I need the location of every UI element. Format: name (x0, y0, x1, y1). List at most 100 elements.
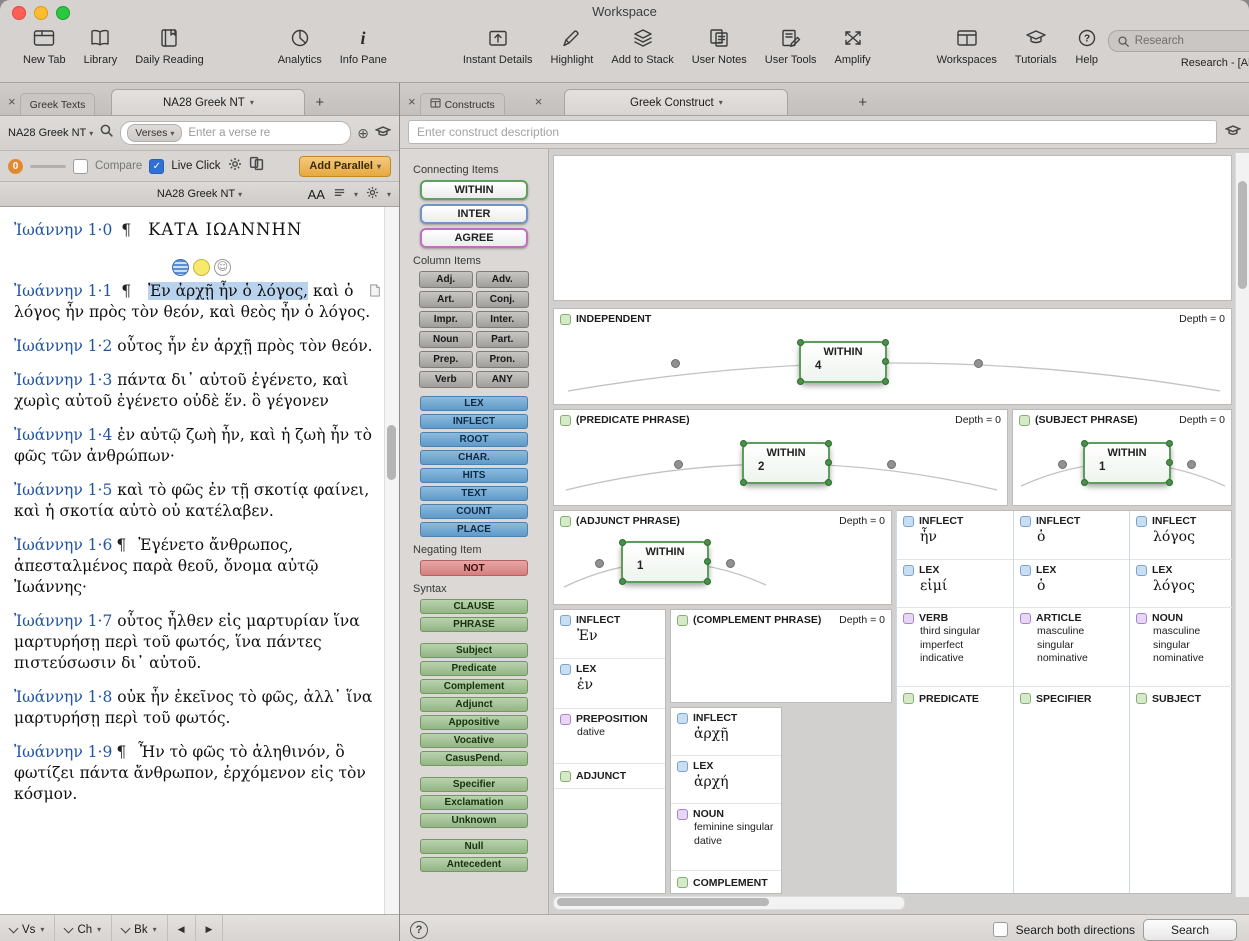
handle[interactable] (882, 378, 889, 385)
palette-antecedent-button[interactable]: Antecedent (420, 857, 528, 872)
handle[interactable] (740, 440, 747, 447)
palette-casuspend-button[interactable]: CasusPend. (420, 751, 528, 766)
verse-ref[interactable]: Ἰωάννην 1·2 (14, 337, 112, 355)
role-cell[interactable]: PREDICATE (897, 687, 1013, 710)
pos-cell[interactable]: NOUN masculine singular nominative (1130, 608, 1232, 687)
handle[interactable] (1166, 459, 1173, 466)
role-cell[interactable]: COMPLEMENT (671, 871, 781, 894)
pos-cell[interactable]: PREPOSITION dative (554, 709, 665, 764)
highlight-button[interactable]: Highlight (542, 24, 603, 66)
zone-tab-constructs[interactable]: Constructs (420, 93, 505, 115)
construct-canvas[interactable]: INDEPENDENT Depth = 0 WITHIN 4 (549, 149, 1249, 914)
bible-text-area[interactable]: Ἰωάννην 1·0 ¶ ΚΑΤΑ ΙΩΑΝΝΗΝ ☺ Ἰωάννην 1·1… (0, 207, 399, 914)
handle[interactable] (825, 479, 832, 486)
palette-inter-pos-button[interactable]: Inter. (476, 311, 530, 328)
lex-cell[interactable]: LEX ὁ (1014, 560, 1129, 608)
column-logos[interactable]: INFLECT λόγος LEX λόγος NOUN masculine s… (1129, 511, 1232, 893)
palette-art-button[interactable]: Art. (419, 291, 473, 308)
connection-dot[interactable] (595, 559, 604, 568)
lex-cell[interactable]: LEX λόγος (1130, 560, 1232, 608)
live-click-checkbox[interactable]: ✓ (149, 159, 164, 174)
note-icon[interactable] (369, 283, 381, 304)
pos-cell[interactable]: VERB third singular imperfect indicative (897, 608, 1013, 687)
palette-adv-button[interactable]: Adv. (476, 271, 530, 288)
handle[interactable] (1081, 440, 1088, 447)
within-box[interactable]: WITHIN 1 (1083, 442, 1171, 484)
within-box[interactable]: WITHIN 2 (742, 442, 830, 484)
workspaces-button[interactable]: Workspaces (928, 24, 1006, 66)
within-box[interactable]: WITHIN 4 (799, 341, 887, 383)
verse-ref[interactable]: Ἰωάννην 1·3 (14, 371, 112, 389)
search-mode-button[interactable] (99, 123, 114, 143)
handle[interactable] (619, 578, 626, 585)
text-scrollbar[interactable] (384, 207, 399, 914)
highlight-style-smile-icon[interactable]: ☺ (214, 259, 231, 276)
display-module-dropdown[interactable]: NA28 Greek NT ▾ (157, 188, 242, 200)
instant-details-button[interactable]: Instant Details (454, 24, 542, 66)
predicate-phrase-panel[interactable]: (PREDICATE PHRASE) Depth = 0 WITHIN 2 (553, 409, 1008, 506)
connection-dot[interactable] (1187, 460, 1196, 469)
highlight-style-globe-icon[interactable] (172, 259, 189, 276)
inflect-cell[interactable]: INFLECT ἀρχῇ (671, 708, 781, 756)
connection-dot[interactable] (1058, 460, 1067, 469)
amplify-button[interactable]: Amplify (826, 24, 880, 66)
book-nav-control[interactable]: Bk ▾ (112, 915, 167, 941)
add-to-stack-button[interactable]: Add to Stack (602, 24, 682, 66)
tab-greek-construct[interactable]: Greek Construct ▾ (564, 89, 788, 115)
palette-exclamation-button[interactable]: Exclamation (420, 795, 528, 810)
palette-place-button[interactable]: PLACE (420, 522, 528, 537)
handle[interactable] (882, 339, 889, 346)
parallel-slider[interactable] (30, 165, 66, 168)
column-en-prep[interactable]: INFLECT Ἐν LEX ἐν PREPOSITION dative A (553, 609, 666, 894)
inflect-cell[interactable]: INFLECT ἦν (897, 511, 1013, 560)
palette-agree-button[interactable]: AGREE (420, 228, 528, 248)
verse-ref[interactable]: Ἰωάννην 1·1 (14, 282, 112, 300)
palette-prep-button[interactable]: Prep. (419, 351, 473, 368)
palette-conj-button[interactable]: Conj. (476, 291, 530, 308)
scholar-cap-icon[interactable] (375, 124, 391, 142)
verse-search-field[interactable]: Verses ▾ Enter a verse re (120, 121, 351, 145)
palette-adj-button[interactable]: Adj. (419, 271, 473, 288)
connection-dot[interactable] (674, 460, 683, 469)
analytics-button[interactable]: Analytics (269, 24, 331, 66)
column-en-verb[interactable]: INFLECT ἦν LEX εἰμί VERB third singular … (897, 511, 1013, 893)
text-module-dropdown[interactable]: NA28 Greek NT ▾ (8, 127, 93, 139)
palette-any-button[interactable]: ANY (476, 371, 530, 388)
palette-inflect-button[interactable]: INFLECT (420, 414, 528, 429)
zone-tab-greek-texts[interactable]: Greek Texts (20, 93, 96, 115)
paragraph-format-button[interactable] (333, 187, 346, 202)
close-icon[interactable]: × (406, 94, 420, 115)
chapter-nav-control[interactable]: Ch ▾ (55, 915, 112, 941)
palette-appositive-button[interactable]: Appositive (420, 715, 528, 730)
complement-phrase-panel[interactable]: (COMPLEMENT PHRASE) Depth = 0 (670, 609, 892, 703)
handle[interactable] (619, 539, 626, 546)
canvas-vertical-scrollbar[interactable] (1235, 153, 1249, 897)
canvas-horizontal-scrollbar[interactable] (553, 896, 905, 910)
handle[interactable] (797, 339, 804, 346)
palette-subject-button[interactable]: Subject (420, 643, 528, 658)
handle[interactable] (1081, 479, 1088, 486)
handle[interactable] (825, 440, 832, 447)
role-cell[interactable]: ADJUNCT (554, 764, 665, 789)
scrollbar-thumb[interactable] (1238, 181, 1247, 289)
inflect-cell[interactable]: INFLECT λόγος (1130, 511, 1232, 560)
pos-cell[interactable]: ARTICLE masculine singular nominative (1014, 608, 1129, 687)
column-ho[interactable]: INFLECT ὁ LEX ὁ ARTICLE masculine singul… (1013, 511, 1129, 893)
connection-dot[interactable] (974, 359, 983, 368)
daily-reading-button[interactable]: Daily Reading (126, 24, 212, 66)
verse-ref[interactable]: Ἰωάννην 1·0 (14, 221, 112, 239)
scrollbar-thumb[interactable] (387, 425, 396, 480)
help-button[interactable]: ? Help (1066, 24, 1108, 66)
palette-part-button[interactable]: Part. (476, 331, 530, 348)
subject-phrase-panel[interactable]: (SUBJECT PHRASE) Depth = 0 WITHIN 1 (1012, 409, 1232, 506)
lex-cell[interactable]: LEX ἐν (554, 659, 665, 709)
palette-clause-button[interactable]: CLAUSE (420, 599, 528, 614)
verse-ref[interactable]: Ἰωάννην 1·6 (14, 536, 112, 554)
selected-text[interactable]: Ἐν ἀρχῇ ἦν ὁ λόγος, (148, 282, 308, 300)
palette-pron-button[interactable]: Pron. (476, 351, 530, 368)
handle[interactable] (825, 459, 832, 466)
close-icon[interactable]: × (533, 94, 547, 115)
highlight-style-yellow-icon[interactable] (193, 259, 210, 276)
research-input[interactable]: Research (1108, 30, 1249, 52)
add-search-icon[interactable]: ⊕ (357, 125, 369, 142)
